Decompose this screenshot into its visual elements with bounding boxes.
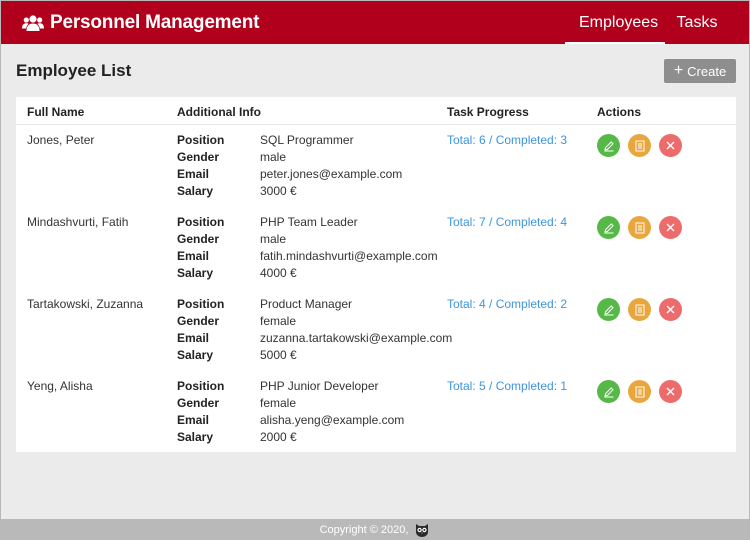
gender-label: Gender [177,150,220,164]
employee-name: Yeng, Alisha [27,379,93,393]
edit-button[interactable] [597,298,620,321]
edit-button[interactable] [597,380,620,403]
email-value: peter.jones@example.com [260,167,403,181]
salary-value: 2000 € [260,430,297,444]
table-row: Yeng, Alisha Position PHP Junior Develope… [16,379,736,461]
task-progress-link[interactable]: Total: 6 / Completed: 3 [447,133,567,147]
email-value: alisha.yeng@example.com [260,413,405,427]
email-label: Email [177,249,210,263]
salary-label: Salary [177,184,214,198]
additional-info: Position PHP Junior Developer Gender femal… [177,379,437,447]
header-additional-info: Additional Info [177,105,261,119]
header-actions: Actions [597,105,642,119]
details-button[interactable] [628,134,651,157]
gender-value: male [260,232,287,246]
position-value: PHP Team Leader [260,215,358,229]
task-progress-link[interactable]: Total: 5 / Completed: 1 [447,379,567,393]
position-value: PHP Junior Developer [260,379,379,393]
position-label: Position [177,297,225,311]
document-icon [635,304,644,315]
table-row: Mindashvurti, Fatih Position PHP Team Lea… [16,215,736,297]
salary-label: Salary [177,266,214,280]
close-icon [666,387,675,396]
footer: Copyright © 2020, [1,519,749,540]
delete-button[interactable] [659,134,682,157]
delete-button[interactable] [659,216,682,239]
employee-name: Mindashvurti, Fatih [27,215,129,229]
row-actions [597,380,690,403]
gender-value: female [260,314,297,328]
edit-button[interactable] [597,134,620,157]
employee-name: Jones, Peter [27,133,95,147]
pencil-icon [603,222,614,233]
table-row: Jones, Peter Position SQL Programmer Gend… [16,133,736,215]
position-label: Position [177,133,225,147]
email-value: fatih.mindashvurti@example.com [260,249,438,263]
create-button-label: Create [687,63,727,79]
nav-tasks[interactable]: Tasks [665,1,729,44]
gender-label: Gender [177,314,220,328]
close-icon [666,141,675,150]
close-icon [666,223,675,232]
page-title: Employee List [16,61,132,80]
header-full-name: Full Name [27,105,85,119]
document-icon [635,140,644,151]
close-icon [666,305,675,314]
gender-label: Gender [177,232,220,246]
row-actions [597,134,690,157]
salary-value: 4000 € [260,266,297,280]
gender-label: Gender [177,396,220,410]
header-task-progress: Task Progress [447,105,529,119]
additional-info: Position SQL Programmer Gender male Email p… [177,133,437,201]
employee-name: Tartakowski, Zuzanna [27,297,144,311]
table-row: Tartakowski, Zuzanna Position Product Man… [16,297,736,379]
salary-value: 5000 € [260,348,297,362]
row-actions [597,298,690,321]
gender-value: male [260,150,287,164]
pencil-icon [603,140,614,151]
email-label: Email [177,413,210,427]
email-value: zuzanna.tartakowski@example.com [260,331,453,345]
additional-info: Position PHP Team Leader Gender male Email… [177,215,438,283]
details-button[interactable] [628,298,651,321]
details-button[interactable] [628,216,651,239]
task-progress-link[interactable]: Total: 4 / Completed: 2 [447,297,567,311]
owl-logo-icon [416,524,429,537]
create-button[interactable]: + Create [664,59,736,83]
details-button[interactable] [628,380,651,403]
delete-button[interactable] [659,380,682,403]
copyright-text: Copyright © 2020, [319,524,409,536]
document-icon [635,222,644,233]
top-navbar: Personnel Management Employees Tasks [1,1,749,44]
position-value: SQL Programmer [260,133,354,147]
gender-value: female [260,396,297,410]
position-label: Position [177,215,225,229]
plus-icon: + [673,62,684,79]
pencil-icon [603,304,614,315]
employee-table: Full Name Additional Info Task Progress … [16,97,736,452]
delete-button[interactable] [659,298,682,321]
position-value: Product Manager [260,297,353,311]
email-label: Email [177,331,210,345]
table-header: Full Name Additional Info Task Progress … [16,97,736,125]
nav-employees[interactable]: Employees [565,1,665,44]
task-progress-link[interactable]: Total: 7 / Completed: 4 [447,215,567,229]
edit-button[interactable] [597,216,620,239]
email-label: Email [177,167,210,181]
salary-label: Salary [177,348,214,362]
salary-label: Salary [177,430,214,444]
document-icon [635,386,644,397]
row-actions [597,216,690,239]
app-brand[interactable]: Personnel Management [22,12,259,34]
main-nav: Employees Tasks [565,1,749,44]
pencil-icon [603,386,614,397]
position-label: Position [177,379,225,393]
salary-value: 3000 € [260,184,297,198]
app-title: Personnel Management [50,11,260,33]
additional-info: Position Product Manager Gender female Ema… [177,297,452,365]
users-icon [22,14,44,31]
